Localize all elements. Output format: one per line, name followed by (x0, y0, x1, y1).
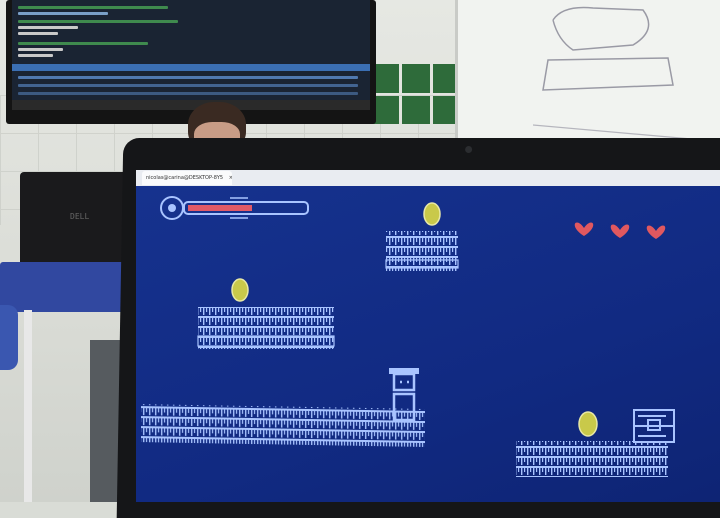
wall-tv (6, 0, 376, 124)
health-bar-fill (188, 205, 252, 211)
heart-icon (646, 225, 666, 239)
tv-menu-bar (12, 64, 370, 71)
heart-icon (610, 224, 630, 238)
lives-hearts (574, 222, 666, 239)
coin-icon (231, 278, 249, 302)
coin-icon (423, 202, 441, 226)
tv-terminal-screen (12, 0, 370, 110)
platforms (141, 231, 668, 477)
green-tile-panel (372, 64, 460, 124)
blue-desk (0, 262, 130, 312)
tv-taskbar (12, 100, 370, 110)
platform-middle (198, 307, 334, 349)
terminal-tab-title: nicolas@carina@DESKTOP-8Y5 (146, 175, 224, 181)
terminal-titlebar: nicolas@carina@DESKTOP-8Y5 × (136, 170, 720, 186)
desk-leg (24, 310, 32, 502)
webcam (465, 146, 473, 153)
background-laptop-logo: DELL (70, 212, 90, 221)
platform-ground-right (516, 441, 668, 477)
platform-top (386, 231, 458, 271)
game-viewport[interactable] (136, 186, 720, 502)
whiteboard-sketch (533, 6, 704, 141)
close-icon[interactable]: × (229, 175, 232, 181)
blue-chair (0, 305, 18, 370)
health-bar (160, 196, 309, 220)
treasure-chest (633, 409, 675, 443)
terminal-tab[interactable]: nicolas@carina@DESKTOP-8Y5 × (142, 171, 232, 185)
ascii-game-scene (141, 196, 675, 477)
background-laptop: DELL (20, 172, 135, 268)
platform-ground-left (141, 404, 425, 448)
laptop-screen: nicolas@carina@DESKTOP-8Y5 × (136, 170, 720, 502)
coin-icon (578, 411, 598, 437)
heart-icon (574, 222, 594, 236)
